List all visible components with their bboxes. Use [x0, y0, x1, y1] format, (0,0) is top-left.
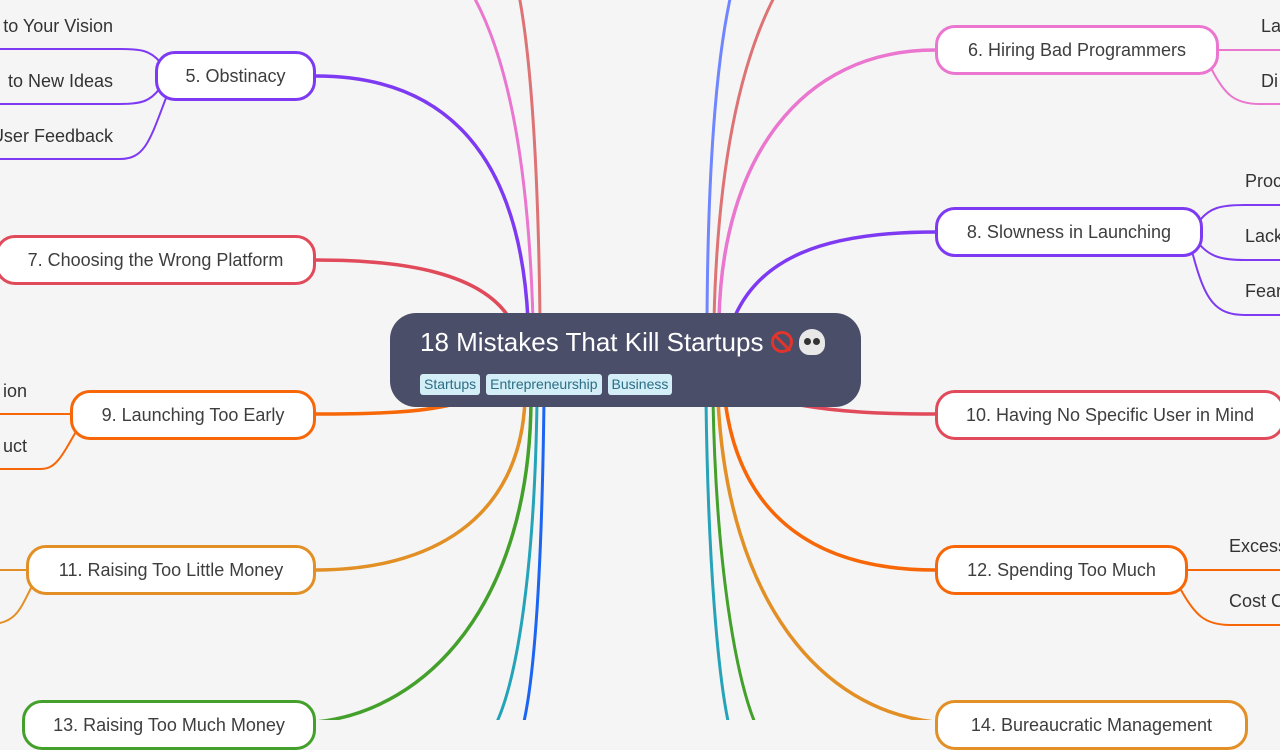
branch-node-launching-too-early[interactable]: 9. Launching Too Early	[70, 390, 316, 440]
branch-node-no-specific-user[interactable]: 10. Having No Specific User in Mind	[935, 390, 1280, 440]
edge-leaf	[0, 585, 33, 624]
root-title-row: 18 Mistakes That Kill Startups	[420, 325, 861, 359]
edge-wrong-platform	[314, 258, 510, 318]
edge-hiring-bad-programmers	[717, 48, 937, 322]
branch-node-hiring-bad-programmers[interactable]: 6. Hiring Bad Programmers	[935, 25, 1219, 75]
leaf-node[interactable]: User Feedback	[0, 126, 113, 147]
branch-label: 9. Launching Too Early	[101, 404, 285, 425]
branch-node-raising-too-much[interactable]: 13. Raising Too Much Money	[22, 700, 316, 750]
branch-label: 14. Bureaucratic Management	[970, 714, 1213, 735]
edge-leaf	[0, 48, 161, 63]
tag-entrepreneurship[interactable]: Entrepreneurship	[486, 374, 602, 395]
edge-leaf	[1199, 204, 1280, 221]
skull-icon	[799, 329, 826, 355]
branch-label: 10. Having No Specific User in Mind	[965, 404, 1255, 425]
branch-node-spending-too-much[interactable]: 12. Spending Too Much	[935, 545, 1188, 595]
edge-obstinacy	[314, 74, 530, 322]
branch-label: 11. Raising Too Little Money	[58, 559, 284, 580]
edge-leaf	[1199, 244, 1280, 261]
tag-startups[interactable]: Startups	[420, 374, 481, 395]
edge-spending-too-much	[723, 398, 937, 572]
branch-label: 13. Raising Too Much Money	[53, 714, 285, 735]
root-title: 18 Mistakes That Kill Startups	[420, 326, 764, 357]
leaf-node[interactable]: Excess	[1229, 536, 1280, 557]
branch-label: 6. Hiring Bad Programmers	[967, 39, 1187, 60]
edge-raising-too-much	[317, 398, 533, 720]
branch-node-bureaucratic-management[interactable]: 14. Bureaucratic Management	[935, 700, 1248, 750]
branch-label: 12. Spending Too Much	[967, 559, 1156, 580]
branch-label: 7. Choosing the Wrong Platform	[27, 249, 284, 270]
leaf-node[interactable]: uct	[3, 436, 27, 457]
no-entry-icon	[771, 331, 794, 353]
edge-slowness-launching	[733, 230, 937, 318]
leaf-node[interactable]: Di	[1261, 71, 1278, 92]
branch-node-raising-too-little[interactable]: 11. Raising Too Little Money	[26, 545, 316, 595]
leaf-node[interactable]: to New Ideas	[8, 71, 113, 92]
root-node[interactable]: 18 Mistakes That Kill Startups Startups …	[390, 313, 861, 407]
leaf-node[interactable]: Proc	[1245, 171, 1280, 192]
tag-list: Startups Entrepreneurship Business	[420, 374, 861, 395]
tag-business[interactable]: Business	[607, 374, 673, 395]
edge-offscreen	[522, 398, 546, 720]
branch-node-slowness-launching[interactable]: 8. Slowness in Launching	[935, 207, 1203, 257]
leaf-node[interactable]: to Your Vision	[3, 16, 113, 37]
branch-node-wrong-platform[interactable]: 7. Choosing the Wrong Platform	[0, 235, 316, 285]
leaf-node[interactable]: ion	[3, 381, 27, 402]
edge-offscreen	[704, 398, 730, 720]
branch-label: 8. Slowness in Launching	[966, 221, 1172, 242]
branch-node-obstinacy[interactable]: 5. Obstinacy	[155, 51, 316, 101]
leaf-node[interactable]: Fear	[1245, 281, 1280, 302]
leaf-node[interactable]: Cost C	[1229, 591, 1280, 612]
edge-raising-too-little	[314, 398, 527, 572]
leaf-node[interactable]: Lack	[1245, 226, 1280, 247]
leaf-node[interactable]: La	[1261, 16, 1280, 37]
edge-bureaucratic-management	[716, 398, 934, 720]
branch-label: 5. Obstinacy	[185, 65, 286, 86]
